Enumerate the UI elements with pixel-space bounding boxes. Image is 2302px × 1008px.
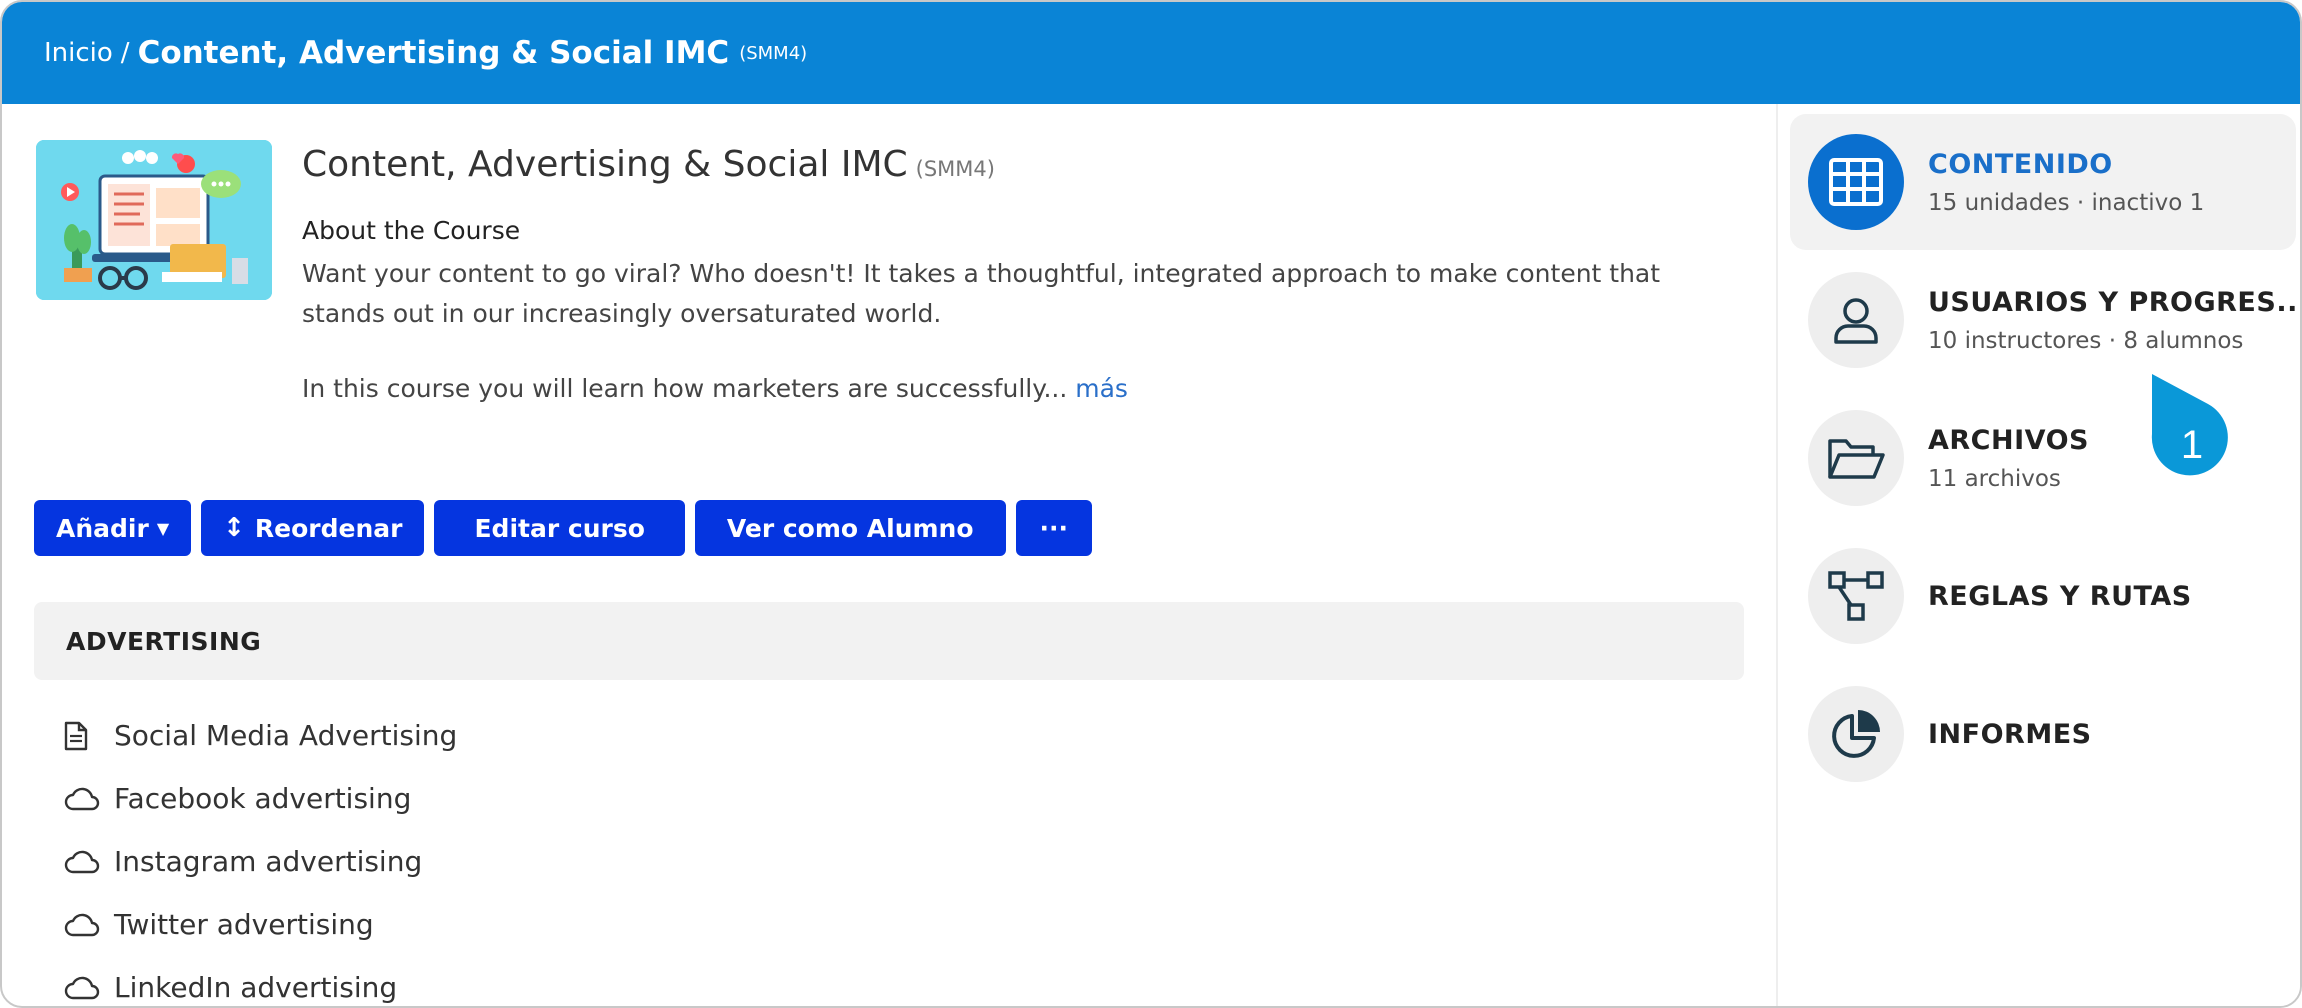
sidebar-item-title: INFORMES (1928, 718, 2092, 750)
course-illustration-icon (36, 140, 272, 300)
sidebar-item-users-progress[interactable]: USUARIOS Y PROGRES... 10 instructores · … (1790, 252, 2300, 388)
unit-item[interactable]: Instagram advertising (64, 830, 457, 893)
sidebar-item-reports[interactable]: INFORMES (1790, 666, 2296, 802)
about-description: Want your content to go viral? Who doesn… (302, 259, 1661, 328)
unit-label: Twitter advertising (114, 908, 374, 941)
breadcrumb-separator: / (120, 38, 130, 68)
sidebar-item-subtitle: 11 archivos (1928, 465, 2061, 492)
user-icon (1808, 272, 1904, 368)
cloud-icon (64, 780, 102, 818)
unit-label: Facebook advertising (114, 782, 412, 815)
document-icon (64, 717, 102, 755)
unit-item[interactable]: Facebook advertising (64, 767, 457, 830)
section-header[interactable]: ADVERTISING (34, 602, 1744, 680)
view-as-student-button[interactable]: Ver como Alumno (694, 500, 1006, 556)
cloud-icon (64, 843, 102, 881)
sidebar-item-title: REGLAS Y RUTAS (1928, 580, 2192, 612)
course-thumbnail (36, 140, 272, 300)
add-button-label: Añadir (56, 513, 149, 543)
course-code: (SMM4) (915, 157, 995, 181)
sidebar-item-subtitle: 15 unidades · inactivo 1 (1928, 189, 2205, 216)
edit-course-button[interactable]: Editar curso (434, 500, 685, 556)
badge-number: 1 (2181, 423, 2203, 467)
unit-list: Social Media Advertising Facebook advert… (64, 704, 457, 1007)
sidebar-item-content[interactable]: CONTENIDO 15 unidades · inactivo 1 (1790, 114, 2296, 250)
course-title-text: Content, Advertising & Social IMC (302, 144, 908, 185)
sidebar-item-title: ARCHIVOS (1928, 424, 2089, 456)
sidebar-item-title: USUARIOS Y PROGRES... (1928, 286, 2302, 318)
about-more-line: In this course you will learn how market… (302, 374, 1128, 403)
course-title: Content, Advertising & Social IMC (SMM4) (302, 144, 995, 185)
reorder-button[interactable]: ↕ Reordenar (201, 500, 425, 556)
unit-label: LinkedIn advertising (114, 971, 398, 1004)
unit-item[interactable]: Social Media Advertising (64, 704, 457, 767)
vertical-arrows-icon: ↕ (223, 513, 245, 543)
more-options-button[interactable]: ··· (1015, 500, 1093, 556)
more-link[interactable]: más (1075, 374, 1128, 403)
cloud-icon (64, 906, 102, 944)
breadcrumb-current: Content, Advertising & Social IMC (137, 35, 730, 71)
unit-label: Instagram advertising (114, 845, 423, 878)
flow-icon (1808, 548, 1904, 644)
caret-down-icon: ▼ (156, 518, 170, 538)
about-teaser: In this course you will learn how market… (302, 374, 1068, 403)
main-content: Content, Advertising & Social IMC (SMM4) … (2, 104, 1776, 1007)
course-toolbar: Añadir ▼ ↕ Reordenar Editar curso Ver co… (34, 500, 1093, 558)
pie-chart-icon (1808, 686, 1904, 782)
course-sidebar: CONTENIDO 15 unidades · inactivo 1 USUAR… (1776, 104, 2300, 1006)
annotation-badge: 1 (2150, 372, 2230, 476)
about-heading: About the Course (302, 216, 521, 245)
unit-item[interactable]: LinkedIn advertising (64, 956, 457, 1007)
folder-open-icon (1808, 410, 1904, 506)
reorder-button-label: Reordenar (254, 513, 403, 543)
breadcrumb-course-code: (SMM4) (739, 42, 808, 64)
sidebar-item-subtitle: 10 instructores · 8 alumnos (1928, 327, 2244, 354)
breadcrumb-home-link[interactable]: Inicio (44, 38, 113, 68)
unit-label: Social Media Advertising (114, 719, 458, 752)
unit-item[interactable]: Twitter advertising (64, 893, 457, 956)
app-window: Inicio / Content, Advertising & Social I… (0, 0, 2302, 1008)
breadcrumb-bar: Inicio / Content, Advertising & Social I… (2, 2, 2300, 104)
sidebar-item-rules-paths[interactable]: REGLAS Y RUTAS (1790, 528, 2296, 664)
sidebar-item-title: CONTENIDO (1928, 148, 2113, 180)
grid-icon (1808, 134, 1904, 230)
add-dropdown-button[interactable]: Añadir ▼ (34, 500, 192, 556)
cloud-icon (64, 969, 102, 1007)
